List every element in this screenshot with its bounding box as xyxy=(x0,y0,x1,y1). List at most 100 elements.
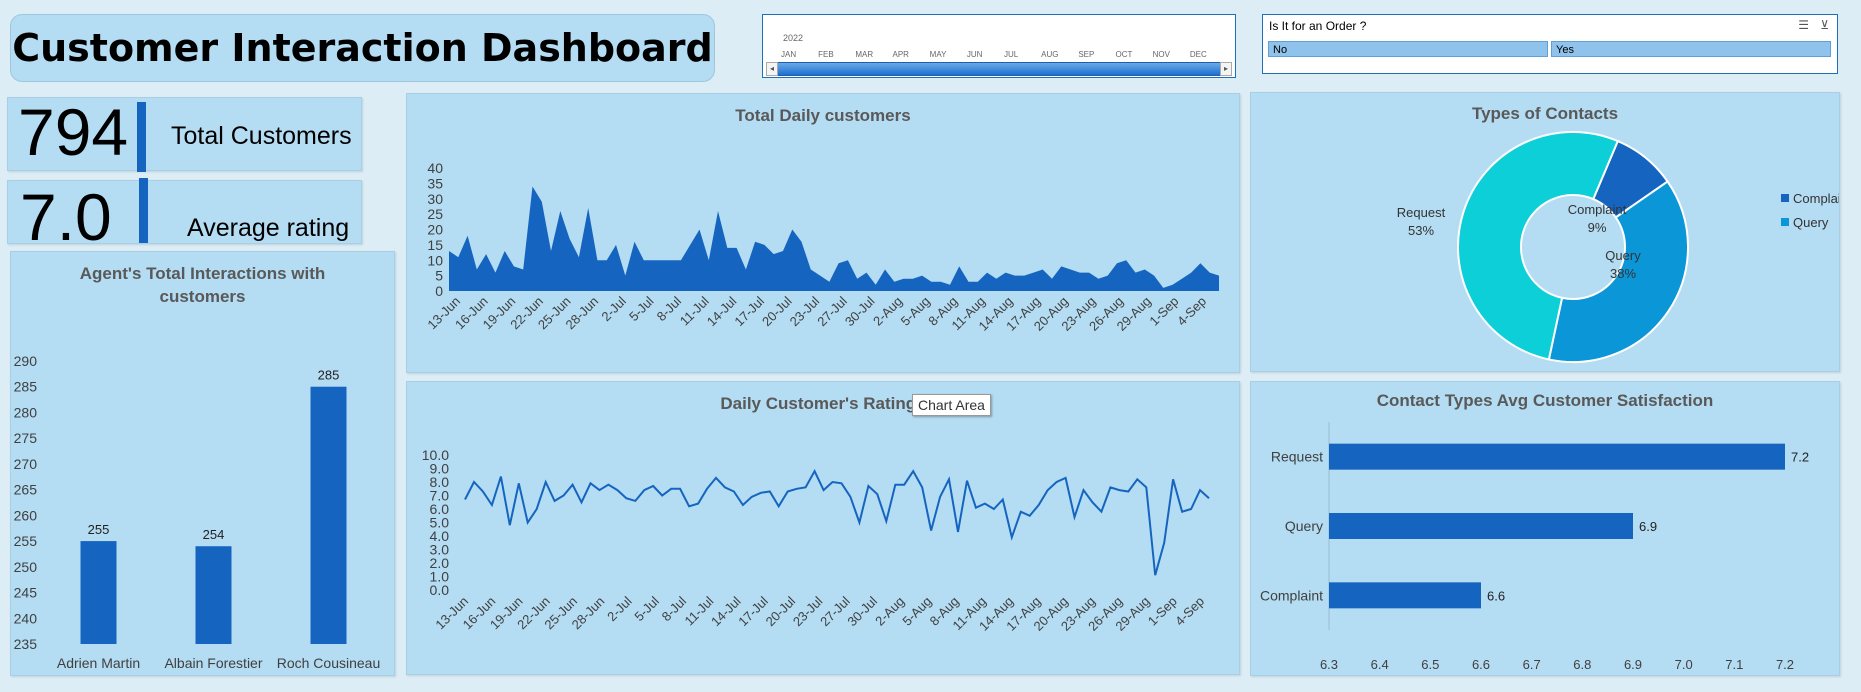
donut-pct-label: 9% xyxy=(1588,220,1607,235)
clear-filter-icon[interactable]: ⊻ xyxy=(1820,18,1829,32)
x-tick-label: 14-Jul xyxy=(704,293,740,329)
y-tick-label: 245 xyxy=(14,585,38,601)
satisfaction-bar xyxy=(1329,582,1481,609)
timeline-month-aug[interactable]: AUG xyxy=(1041,50,1058,59)
satisfaction-category-label: Complaint xyxy=(1260,587,1323,603)
y-tick-label: 35 xyxy=(427,175,443,191)
y-tick-label: 265 xyxy=(14,482,38,498)
y-tick-label: 285 xyxy=(14,379,38,395)
x-tick-label: 1-Sep xyxy=(1145,594,1180,629)
donut-label: Request xyxy=(1397,205,1446,220)
x-tick-label: 2-Aug xyxy=(872,594,907,629)
x-tick-label: 27-Jul xyxy=(817,593,853,629)
timeline-bar[interactable] xyxy=(777,62,1221,76)
timeline-month-may[interactable]: MAY xyxy=(930,50,947,59)
satisfaction-chart: 6.3 6.4 6.5 6.6 6.7 6.8 6.9 7.0 7.1 7.2 Request 7.2… xyxy=(1260,422,1809,672)
satisfaction-bar-value: 6.9 xyxy=(1639,519,1657,534)
contact-types-panel[interactable]: Types of Contacts Complaint 9% Query 38% Req… xyxy=(1250,92,1840,372)
kpi-total-customers-bar xyxy=(137,102,146,172)
agent-category-label: Roch Cousineau xyxy=(277,655,381,671)
y-tick-label: 260 xyxy=(14,507,38,523)
y-tick-label: 255 xyxy=(14,533,38,549)
timeline-month-nov[interactable]: NOV xyxy=(1153,50,1170,59)
x-tick-label: 11-Jul xyxy=(677,293,712,328)
daily-ratings-chart: 0.01.02.03.04.05.06.07.08.09.010.013-Jun… xyxy=(422,447,1210,634)
timeline-scroll-left-icon[interactable]: ◂ xyxy=(766,62,778,76)
daily-customers-panel[interactable]: Total Daily customers 0 5 10 15 20 25 30 35 40 13… xyxy=(406,93,1240,373)
timeline-month-mar[interactable]: MAR xyxy=(855,50,873,59)
y-tick-label: 10 xyxy=(427,252,443,268)
y-tick-label: 30 xyxy=(427,191,443,207)
satisfaction-category-label: Request xyxy=(1271,449,1323,465)
kpi-average-rating-bar xyxy=(139,178,148,243)
satisfaction-bar-value: 6.6 xyxy=(1487,588,1505,603)
legend-swatch xyxy=(1781,194,1789,202)
timeline-slicer[interactable]: 2022 JAN FEB MAR APR MAY JUN JUL AUG SEP OCT NOV DE… xyxy=(762,14,1236,78)
x-tick-label: 23-Jul xyxy=(790,593,826,629)
satisfaction-panel[interactable]: Contact Types Avg Customer Satisfaction … xyxy=(1250,381,1840,676)
daily-ratings-panel[interactable]: Daily Customer's Ratings 0.0 1.0 2.0 3.0 4.0… xyxy=(406,381,1240,675)
timeline-month-jun[interactable]: JUN xyxy=(967,50,983,59)
satisfaction-bar xyxy=(1329,513,1633,539)
order-option-yes[interactable]: Yes xyxy=(1551,41,1831,57)
timeline-month-jul[interactable]: JUL xyxy=(1004,50,1018,59)
agent-interactions-panel[interactable]: Agent's Total Interactions with customer… xyxy=(10,251,395,676)
satisfaction-category-label: Query xyxy=(1285,518,1323,534)
legend-label: Query xyxy=(1793,215,1829,230)
dashboard-title-box: Customer Interaction Dashboard xyxy=(10,14,715,82)
x-tick-label: 6.8 xyxy=(1573,657,1591,672)
timeline-month-dec[interactable]: DEC xyxy=(1190,50,1207,59)
timeline-scroll-right-icon[interactable]: ▸ xyxy=(1220,62,1232,76)
order-slicer[interactable]: Is It for an Order ? ☰ ⊻ No Yes xyxy=(1262,14,1838,74)
order-option-no[interactable]: No xyxy=(1268,41,1548,57)
timeline-month-sep[interactable]: SEP xyxy=(1078,50,1094,59)
timeline-month-apr[interactable]: APR xyxy=(893,50,909,59)
donut-pct-label: 53% xyxy=(1408,223,1434,238)
y-tick-label: 240 xyxy=(14,610,38,626)
timeline-year: 2022 xyxy=(783,33,804,43)
ratings-line xyxy=(464,469,1210,576)
y-tick-label: 5 xyxy=(435,268,443,284)
donut-label: Complaint xyxy=(1568,202,1627,217)
timeline-month-oct[interactable]: OCT xyxy=(1116,50,1133,59)
agent-bar xyxy=(310,386,347,644)
agent-bar xyxy=(195,546,232,644)
y-tick-label: 270 xyxy=(14,456,38,472)
y-tick-label: 40 xyxy=(427,160,443,176)
x-tick-label: 5-Aug xyxy=(898,294,933,329)
y-tick-label: 250 xyxy=(14,559,38,575)
y-tick-label: 10.0 xyxy=(422,447,449,463)
kpi-average-rating-label: Average rating xyxy=(187,214,350,242)
x-tick-label: 5-Aug xyxy=(899,594,934,629)
multi-select-icon[interactable]: ☰ xyxy=(1798,18,1809,32)
contact-types-chart: Complaint 9% Query 38% Request 53% Complaint Qu… xyxy=(1397,131,1839,363)
agent-bar xyxy=(80,541,117,644)
y-tick-label: 280 xyxy=(14,404,38,420)
y-tick-label: 0 xyxy=(435,283,443,299)
kpi-total-customers-value: 794 xyxy=(18,95,129,169)
agent-bar-value: 255 xyxy=(88,522,110,537)
timeline-month-jan[interactable]: JAN xyxy=(781,50,796,59)
x-tick-label: 14-Jul xyxy=(708,593,744,629)
y-tick-label: 275 xyxy=(14,430,38,446)
agent-bar-value: 285 xyxy=(318,368,340,383)
order-slicer-title: Is It for an Order ? xyxy=(1269,19,1367,33)
daily-customers-chart: 051015202530354013-Jun16-Jun19-Jun22-Jun… xyxy=(424,160,1219,334)
x-tick-label: 6.5 xyxy=(1421,657,1439,672)
x-tick-label: 27-Jul xyxy=(814,293,850,329)
x-tick-label: 17-Jul xyxy=(735,593,771,629)
x-tick-label: 6.9 xyxy=(1624,657,1642,672)
y-tick-label: 290 xyxy=(14,353,38,369)
timeline-month-feb[interactable]: FEB xyxy=(818,50,834,59)
agent-bar-value: 254 xyxy=(203,527,225,542)
x-tick-label: 6.7 xyxy=(1523,657,1541,672)
daily-customers-area xyxy=(449,186,1219,291)
x-tick-label: 30-Jul xyxy=(844,593,880,629)
kpi-average-rating-value: 7.0 xyxy=(20,180,112,254)
y-tick-label: 25 xyxy=(427,206,443,222)
y-tick-label: 15 xyxy=(427,237,443,253)
agent-category-label: Albain Forestier xyxy=(164,655,262,671)
x-tick-label: 7.0 xyxy=(1675,657,1693,672)
x-tick-label: 11-Jul xyxy=(681,593,716,628)
legend-label: Complaint xyxy=(1793,191,1839,206)
